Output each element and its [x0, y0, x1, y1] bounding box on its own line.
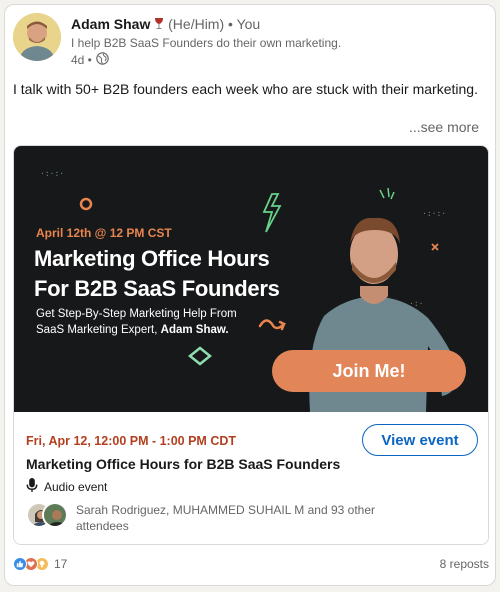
reposts-link[interactable]: 8 reposts [440, 557, 489, 571]
event-type: Audio event [44, 480, 108, 494]
attendee-avatar [42, 502, 68, 528]
post-card: Adam Shaw (He/Him) • You I help B2B SaaS… [4, 4, 496, 586]
like-icon [13, 557, 27, 571]
social-counts: 17 8 reposts [13, 557, 489, 577]
author-avatar[interactable] [13, 13, 61, 61]
svg-text:·:·:·: ·:·:· [422, 209, 446, 218]
event-card[interactable]: ·:·:· ·:·:· ·:· April 12th @ 12 PM CST M… [13, 145, 489, 545]
banner-speaker-name: Adam Shaw. [160, 324, 229, 336]
reactions-summary[interactable]: 17 [13, 557, 67, 571]
author-name[interactable]: Adam Shaw [71, 16, 150, 32]
event-title[interactable]: Marketing Office Hours for B2B SaaS Foun… [26, 456, 340, 472]
banner-subtitle: Get Step-By-Step Marketing Help From Saa… [36, 306, 237, 338]
banner-subtitle-line1: Get Step-By-Step Marketing Help From [36, 308, 237, 320]
event-banner[interactable]: ·:·:· ·:·:· ·:· April 12th @ 12 PM CST M… [14, 146, 488, 412]
author-relation: You [236, 16, 261, 32]
attendees[interactable]: Sarah Rodriguez, MUHAMMED SUHAIL M and 9… [26, 502, 376, 534]
banner-title-line2: For B2B SaaS Founders [34, 276, 280, 301]
attendees-text: Sarah Rodriguez, MUHAMMED SUHAIL M and 9… [76, 503, 376, 533]
banner-title: Marketing Office Hours For B2B SaaS Foun… [34, 244, 280, 304]
author-headline: I help B2B SaaS Founders do their own ma… [71, 36, 342, 50]
banner-title-line1: Marketing Office Hours [34, 246, 270, 271]
event-date: Fri, Apr 12, 12:00 PM - 1:00 PM CDT [26, 434, 237, 448]
wine-glass-icon [154, 16, 168, 32]
event-info: Fri, Apr 12, 12:00 PM - 1:00 PM CDT View… [14, 412, 488, 544]
join-me-button[interactable]: Join Me! [272, 350, 466, 392]
reaction-count: 17 [54, 557, 68, 571]
microphone-icon [26, 478, 38, 496]
globe-icon [96, 52, 109, 68]
banner-date: April 12th @ 12 PM CST [36, 226, 172, 240]
view-event-button[interactable]: View event [362, 424, 478, 456]
separator: • [228, 16, 233, 32]
svg-text:·:·:·: ·:·:· [40, 169, 64, 178]
author-pronouns: (He/Him) [168, 16, 225, 32]
post-text: I talk with 50+ B2B founders each week w… [13, 81, 478, 97]
see-more-button[interactable]: ...see more [409, 119, 479, 135]
banner-subtitle-line2: SaaS Marketing Expert, [36, 324, 158, 336]
post-time: 4d • [71, 53, 92, 67]
